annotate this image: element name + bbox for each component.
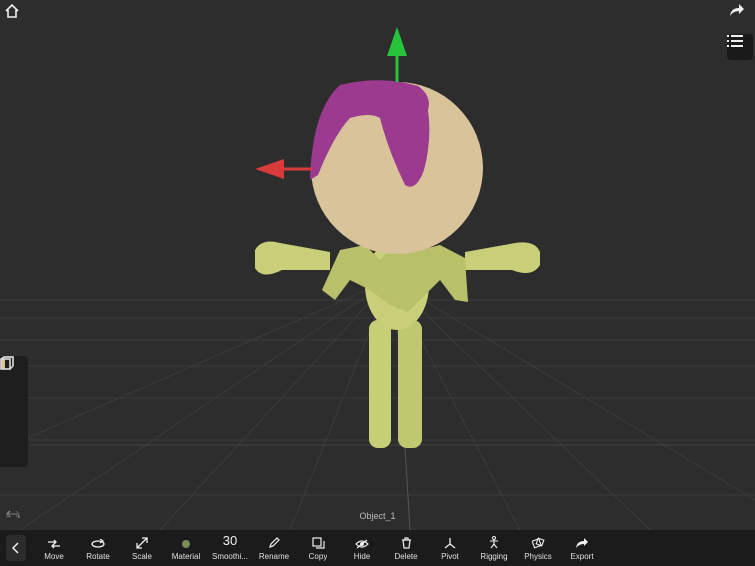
delete-tool[interactable]: Delete	[384, 533, 428, 563]
home-icon[interactable]	[4, 3, 26, 25]
copy-tool[interactable]: Copy	[296, 533, 340, 563]
smoothing-value: 30	[222, 533, 238, 548]
pivot-tool[interactable]: Pivot	[428, 533, 472, 563]
move-tool[interactable]: Move	[32, 533, 76, 563]
selected-object-name: Object_1	[359, 511, 396, 521]
right-arm[interactable]	[465, 242, 540, 274]
material-tool[interactable]: Material	[164, 533, 208, 563]
scale-tool[interactable]: Scale	[120, 533, 164, 563]
collapse-toolbar-button[interactable]	[6, 535, 26, 561]
cube-top-view-icon[interactable]	[0, 356, 23, 462]
bottom-toolbar: Move Rotate Scale Material 30 Smoothi...…	[0, 530, 755, 566]
chevron-left-icon	[12, 542, 19, 554]
gizmo-x-arrow[interactable]	[255, 159, 284, 179]
physics-icon	[531, 537, 545, 549]
rigging-tool[interactable]: Rigging	[472, 533, 516, 563]
rotate-icon	[91, 539, 105, 548]
character-model[interactable]	[255, 80, 540, 448]
move-icon	[48, 539, 60, 549]
export-icon	[576, 538, 588, 548]
scene-canvas[interactable]	[0, 0, 755, 530]
view-side-panel	[0, 356, 28, 467]
left-leg[interactable]	[369, 320, 391, 448]
smoothing-tool[interactable]: 30 Smoothi...	[208, 533, 252, 563]
rename-tool[interactable]: Rename	[252, 533, 296, 563]
share-icon[interactable]	[729, 3, 751, 25]
3d-viewport[interactable]: Object_1	[0, 0, 755, 530]
cube-left-view-icon[interactable]	[0, 356, 23, 407]
eye-hidden-icon	[355, 539, 369, 549]
pencil-icon	[269, 537, 280, 548]
rotate-tool[interactable]: Rotate	[76, 533, 120, 563]
scale-icon	[136, 537, 148, 549]
left-arm[interactable]	[255, 241, 330, 275]
export-tool[interactable]: Export	[560, 533, 604, 563]
trash-icon	[401, 537, 411, 549]
cube-front-view-icon[interactable]	[0, 356, 23, 434]
pivot-icon	[444, 538, 456, 549]
material-swatch-icon	[182, 540, 190, 548]
hide-tool[interactable]: Hide	[340, 533, 384, 563]
physics-tool[interactable]: Physics	[516, 533, 560, 563]
rigging-skeleton-icon	[490, 536, 498, 549]
list-icon[interactable]	[727, 34, 753, 60]
right-leg[interactable]	[398, 320, 422, 448]
copy-icon	[311, 537, 325, 549]
gizmo-y-arrow[interactable]	[387, 27, 407, 56]
leaf-collar[interactable]	[322, 245, 468, 312]
